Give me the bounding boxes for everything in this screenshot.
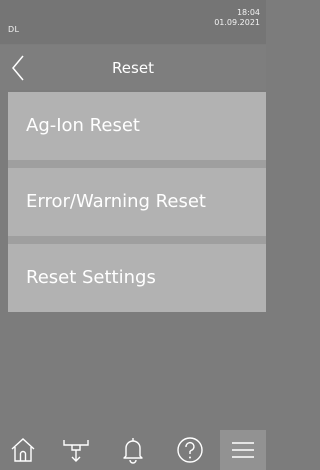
menu-item-label: Ag-Ion Reset (26, 115, 140, 136)
date-text: 01.09.2021 (214, 18, 260, 27)
nav-notifications-button[interactable] (110, 430, 154, 470)
menu-item-label: Reset Settings (26, 267, 156, 288)
nav-help-button[interactable] (167, 430, 211, 470)
divider (8, 160, 266, 168)
nav-menu-button[interactable] (220, 430, 266, 470)
menu-item-label: Error/Warning Reset (26, 191, 206, 212)
reset-settings-button[interactable]: Reset Settings (8, 244, 266, 312)
nav-home-button[interactable] (0, 430, 44, 470)
menu-icon (232, 442, 254, 458)
home-icon (11, 438, 35, 462)
ag-ion-reset-button[interactable]: Ag-Ion Reset (8, 92, 266, 160)
datetime: 18:04 01.09.2021 (214, 8, 260, 28)
drain-icon (63, 440, 89, 462)
status-bar: DL 18:04 01.09.2021 (0, 0, 266, 44)
bell-icon (123, 438, 143, 464)
page-title: Reset (112, 59, 154, 77)
device-label: DL (8, 25, 20, 34)
page-header: Reset (0, 45, 266, 90)
error-warning-reset-button[interactable]: Error/Warning Reset (8, 168, 266, 236)
help-icon (177, 437, 203, 463)
divider (8, 236, 266, 244)
bottom-nav (0, 430, 266, 470)
time-text: 18:04 (236, 8, 260, 17)
nav-drain-button[interactable] (53, 430, 97, 470)
